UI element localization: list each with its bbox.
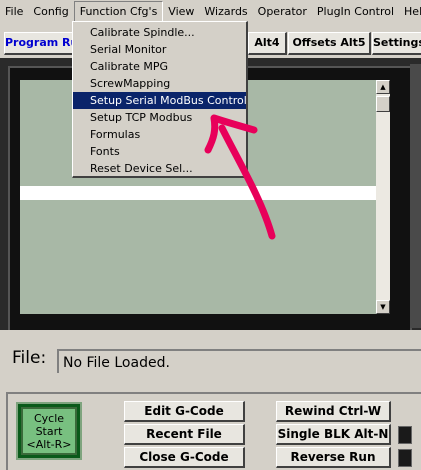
menu-item-setup-tcp-modbus[interactable]: Setup TCP Modbus bbox=[73, 109, 246, 126]
menu-help[interactable]: Help bbox=[399, 2, 421, 22]
scroll-down-icon[interactable]: ▼ bbox=[376, 300, 390, 314]
menu-plugin-control[interactable]: PlugIn Control bbox=[312, 2, 399, 22]
single-blk-button[interactable]: Single BLK Alt-N bbox=[276, 424, 391, 445]
cycle-start-label: Cycle Start bbox=[33, 411, 65, 438]
menu-operator[interactable]: Operator bbox=[253, 2, 312, 22]
menu-function-cfgs[interactable]: Function Cfg's bbox=[73, 1, 164, 23]
menu-file[interactable]: File bbox=[0, 2, 28, 22]
menu-item-fonts[interactable]: Fonts bbox=[73, 143, 246, 160]
function-cfgs-dropdown: Calibrate Spindle... Serial Monitor Cali… bbox=[72, 21, 248, 178]
scroll-up-icon[interactable]: ▲ bbox=[376, 80, 390, 94]
menu-item-serial-monitor[interactable]: Serial Monitor bbox=[73, 41, 246, 58]
offsets-tab[interactable]: Offsets Alt5 bbox=[288, 32, 371, 55]
menu-config[interactable]: Config bbox=[28, 2, 73, 22]
single-blk-led-icon bbox=[398, 426, 412, 444]
recent-file-button[interactable]: Recent File bbox=[124, 424, 245, 445]
menu-item-setup-serial-modbus[interactable]: Setup Serial ModBus Control bbox=[73, 92, 247, 109]
menu-item-calibrate-mpg[interactable]: Calibrate MPG bbox=[73, 58, 246, 75]
menu-item-calibrate-spindle[interactable]: Calibrate Spindle... bbox=[73, 24, 246, 41]
file-row: File: No File Loaded. bbox=[0, 330, 421, 388]
menu-item-reset-device-sel[interactable]: Reset Device Sel... bbox=[73, 160, 246, 177]
menu-item-screw-mapping[interactable]: ScrewMapping bbox=[73, 75, 246, 92]
right-panel-edge bbox=[410, 64, 421, 328]
settings-tab[interactable]: Settings bbox=[372, 32, 421, 55]
menu-item-formulas[interactable]: Formulas bbox=[73, 126, 246, 143]
rewind-button[interactable]: Rewind Ctrl-W bbox=[276, 401, 391, 422]
reverse-run-led-icon bbox=[398, 449, 412, 467]
gcode-scrollbar[interactable]: ▲ ▼ bbox=[376, 80, 390, 314]
menu-view[interactable]: View bbox=[163, 2, 199, 22]
close-gcode-button[interactable]: Close G-Code bbox=[124, 447, 245, 468]
edit-gcode-button[interactable]: Edit G-Code bbox=[124, 401, 245, 422]
scroll-thumb[interactable] bbox=[376, 96, 390, 112]
file-label: File: bbox=[12, 348, 47, 368]
current-line-highlight bbox=[20, 186, 376, 200]
alt4-tab[interactable]: Alt4 bbox=[248, 32, 287, 55]
menu-wizards[interactable]: Wizards bbox=[199, 2, 252, 22]
file-name-display: No File Loaded. bbox=[57, 349, 421, 373]
cycle-start-button[interactable]: Cycle Start <Alt-R> bbox=[16, 402, 82, 460]
cycle-start-shortcut: <Alt-R> bbox=[26, 437, 72, 451]
reverse-run-button[interactable]: Reverse Run bbox=[276, 447, 391, 468]
